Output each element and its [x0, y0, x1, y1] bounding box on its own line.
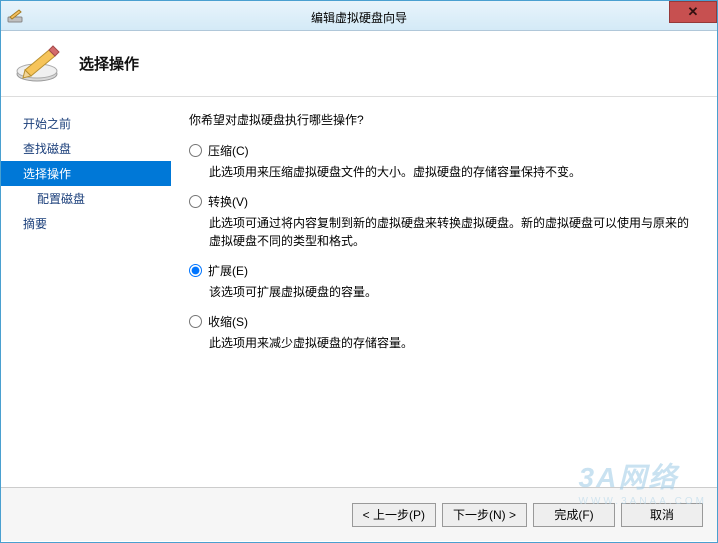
page-title: 选择操作 — [79, 53, 139, 74]
option-group: 压缩(C)此选项用来压缩虚拟硬盘文件的大小。虚拟硬盘的存储容量保持不变。转换(V… — [189, 142, 697, 352]
titlebar: 编辑虚拟硬盘向导 ✕ — [1, 1, 717, 31]
option-row-convert[interactable]: 转换(V) — [189, 193, 697, 210]
wizard-header: 选择操作 — [1, 31, 717, 97]
radio-convert[interactable] — [189, 195, 202, 208]
option-convert: 转换(V) 此选项可通过将内容复制到新的虚拟硬盘来转换虚拟硬盘。新的虚拟硬盘可以使… — [189, 193, 697, 250]
wizard-footer: 3A网络 WWW.3ANAA.COM < 上一步(P) 下一步(N) > 完成(… — [1, 487, 717, 541]
option-compress: 压缩(C) 此选项用来压缩虚拟硬盘文件的大小。虚拟硬盘的存储容量保持不变。 — [189, 142, 697, 181]
prompt-text: 你希望对虚拟硬盘执行哪些操作? — [189, 111, 697, 128]
radio-expand[interactable] — [189, 264, 202, 277]
option-desc-shrink: 此选项用来减少虚拟硬盘的存储容量。 — [209, 334, 697, 352]
close-button[interactable]: ✕ — [669, 1, 717, 23]
close-icon: ✕ — [688, 4, 699, 20]
radio-compress[interactable] — [189, 144, 202, 157]
sidebar: 开始之前查找磁盘选择操作配置磁盘摘要 — [1, 97, 171, 487]
window-title: 编辑虚拟硬盘向导 — [311, 9, 407, 26]
option-desc-compress: 此选项用来压缩虚拟硬盘文件的大小。虚拟硬盘的存储容量保持不变。 — [209, 163, 697, 181]
app-icon — [7, 8, 23, 24]
radio-shrink[interactable] — [189, 315, 202, 328]
option-row-expand[interactable]: 扩展(E) — [189, 262, 697, 279]
option-label-shrink: 收缩(S) — [208, 313, 248, 330]
option-expand: 扩展(E) 该选项可扩展虚拟硬盘的容量。 — [189, 262, 697, 301]
option-label-compress: 压缩(C) — [208, 142, 249, 159]
cancel-button[interactable]: 取消 — [621, 503, 703, 527]
option-label-convert: 转换(V) — [208, 193, 248, 210]
finish-button[interactable]: 完成(F) — [533, 503, 615, 527]
disk-edit-icon — [15, 44, 61, 84]
sidebar-item-0[interactable]: 开始之前 — [1, 111, 171, 136]
option-row-compress[interactable]: 压缩(C) — [189, 142, 697, 159]
wizard-body: 开始之前查找磁盘选择操作配置磁盘摘要 你希望对虚拟硬盘执行哪些操作? 压缩(C)… — [1, 97, 717, 487]
option-row-shrink[interactable]: 收缩(S) — [189, 313, 697, 330]
content-pane: 你希望对虚拟硬盘执行哪些操作? 压缩(C) 此选项用来压缩虚拟硬盘文件的大小。虚拟… — [171, 97, 717, 487]
option-label-expand: 扩展(E) — [208, 262, 248, 279]
next-button[interactable]: 下一步(N) > — [442, 503, 527, 527]
sidebar-item-3[interactable]: 配置磁盘 — [1, 186, 171, 211]
prev-button[interactable]: < 上一步(P) — [352, 503, 436, 527]
option-shrink: 收缩(S) 此选项用来减少虚拟硬盘的存储容量。 — [189, 313, 697, 352]
option-desc-expand: 该选项可扩展虚拟硬盘的容量。 — [209, 283, 697, 301]
sidebar-item-2[interactable]: 选择操作 — [1, 161, 171, 186]
option-desc-convert: 此选项可通过将内容复制到新的虚拟硬盘来转换虚拟硬盘。新的虚拟硬盘可以使用与原来的… — [209, 214, 697, 250]
sidebar-item-1[interactable]: 查找磁盘 — [1, 136, 171, 161]
sidebar-item-4[interactable]: 摘要 — [1, 211, 171, 236]
